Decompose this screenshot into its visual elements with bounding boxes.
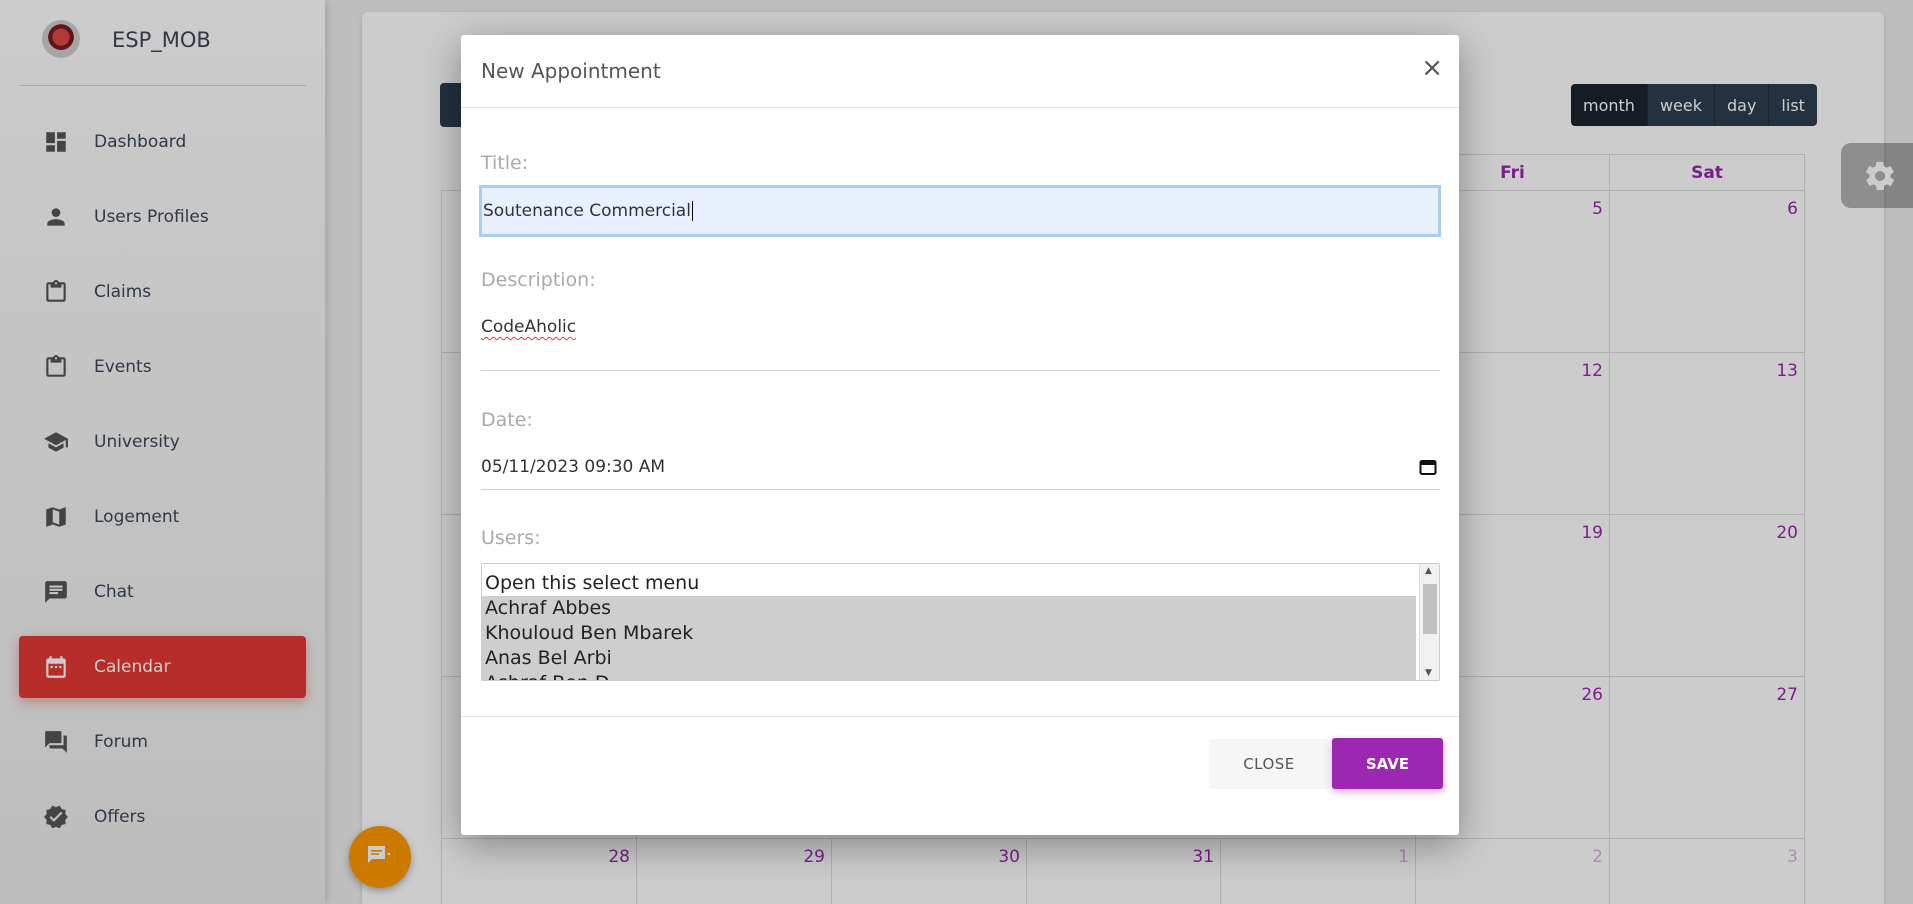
calendar-picker-icon[interactable] <box>1419 458 1437 476</box>
users-scrollbar[interactable]: ▲ ▼ <box>1419 564 1439 680</box>
scroll-thumb[interactable] <box>1423 584 1437 634</box>
title-input-value: Soutenance Commercial <box>483 201 691 221</box>
users-option[interactable]: Achraf Abbes <box>482 596 1416 621</box>
new-appointment-modal: New Appointment × Title: Soutenance Comm… <box>461 35 1459 835</box>
save-button[interactable]: SAVE <box>1332 738 1443 789</box>
close-icon[interactable]: × <box>1421 53 1443 83</box>
date-label: Date: <box>481 409 533 431</box>
modal-footer-divider <box>461 716 1459 717</box>
modal-title: New Appointment <box>481 59 661 83</box>
users-option[interactable]: Open this select menu <box>482 571 1416 596</box>
title-label: Title: <box>481 152 529 174</box>
users-select[interactable]: Open this select menu Achraf Abbes Khoul… <box>481 563 1440 681</box>
description-input[interactable]: CodeAholic <box>481 317 576 337</box>
date-input[interactable]: 05/11/2023 09:30 AM <box>481 457 665 477</box>
title-input[interactable]: Soutenance Commercial <box>479 185 1441 237</box>
modal-header: New Appointment × <box>461 35 1459 108</box>
users-option[interactable]: Ashraf Ben D... <box>482 671 1416 680</box>
users-label: Users: <box>481 527 541 549</box>
text-caret <box>691 201 693 221</box>
users-option[interactable]: Anas Bel Arbi <box>482 646 1416 671</box>
close-button[interactable]: CLOSE <box>1209 739 1329 789</box>
users-option[interactable]: Khouloud Ben Mbarek <box>482 621 1416 646</box>
scroll-up-icon[interactable]: ▲ <box>1425 566 1432 576</box>
description-underline <box>481 370 1440 371</box>
description-label: Description: <box>481 269 596 291</box>
scroll-down-icon[interactable]: ▼ <box>1425 668 1432 678</box>
date-underline <box>481 489 1440 490</box>
